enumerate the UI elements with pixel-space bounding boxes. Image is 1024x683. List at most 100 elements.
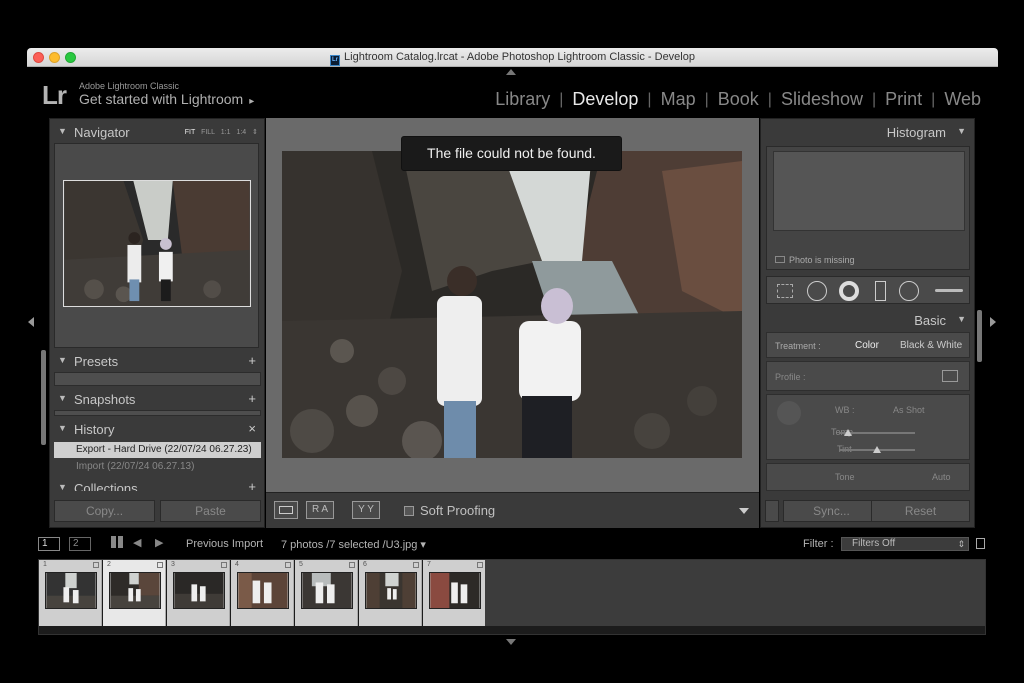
module-print[interactable]: Print xyxy=(876,89,931,110)
basic-header[interactable]: Basic ▼ xyxy=(761,309,974,331)
sync-toggle-icon[interactable] xyxy=(765,500,779,522)
bottom-panel-toggle-icon[interactable] xyxy=(506,639,516,645)
cell-number: 3 xyxy=(171,561,175,568)
collapse-triangle-icon[interactable]: ▼ xyxy=(957,314,966,324)
history-item[interactable]: Export - Hard Drive (22/07/24 06.27.23) xyxy=(54,442,261,458)
grid-view-icon[interactable] xyxy=(111,536,123,548)
wb-section: WB : As Shot Temp Tint xyxy=(766,394,970,460)
wb-eyedropper-icon[interactable] xyxy=(777,401,801,425)
histogram-box[interactable]: Photo is missing xyxy=(766,146,970,270)
collapse-triangle-icon[interactable]: ▼ xyxy=(58,126,67,136)
image-canvas[interactable]: The file could not be found. xyxy=(266,118,759,492)
module-map[interactable]: Map xyxy=(652,89,705,110)
navigator-header[interactable]: ▼ Navigator FIT FILL 1:1 1:4 ⇕ xyxy=(50,121,264,143)
sync-button[interactable]: Sync... xyxy=(783,500,880,522)
cell-badge-icon xyxy=(413,562,419,568)
crop-tool-icon[interactable] xyxy=(777,284,793,298)
snapshots-header[interactable]: ▼ Snapshots + xyxy=(50,388,264,410)
wb-value[interactable]: As Shot xyxy=(893,405,925,415)
film-cell[interactable]: 1 xyxy=(39,560,102,626)
photo-missing-text: Photo is missing xyxy=(775,255,855,265)
histogram-graph xyxy=(773,151,965,231)
presets-list xyxy=(54,372,261,386)
left-panel-scrollbar[interactable] xyxy=(41,350,46,445)
graduated-filter-icon[interactable] xyxy=(875,281,886,301)
reset-button[interactable]: Reset xyxy=(871,500,970,522)
module-library[interactable]: Library xyxy=(486,89,559,110)
add-preset-icon[interactable]: + xyxy=(248,353,256,368)
module-web[interactable]: Web xyxy=(935,89,990,110)
history-item[interactable]: Import (22/07/24 06.27.13) xyxy=(54,459,261,475)
paste-button[interactable]: Paste xyxy=(160,500,261,522)
film-cell[interactable]: 4 xyxy=(231,560,294,626)
module-develop[interactable]: Develop xyxy=(563,89,647,110)
collapse-triangle-icon[interactable]: ▼ xyxy=(58,423,67,433)
treatment-bw[interactable]: Black & White xyxy=(900,340,962,351)
zoom-ratio[interactable]: 1:4 ⇕ xyxy=(236,129,258,136)
adjustment-brush-icon[interactable] xyxy=(935,289,963,292)
collapse-triangle-icon[interactable]: ▼ xyxy=(58,393,67,403)
secondary-window-button[interactable]: 2 xyxy=(69,537,91,551)
photo-missing-icon xyxy=(775,256,785,263)
treatment-color[interactable]: Color xyxy=(855,340,879,351)
zoom-1to1[interactable]: 1:1 xyxy=(221,129,231,136)
copy-button[interactable]: Copy... xyxy=(54,500,155,522)
source-label[interactable]: Previous Import xyxy=(186,538,263,550)
zoom-fill[interactable]: FILL xyxy=(201,129,215,136)
soft-proofing-checkbox[interactable] xyxy=(404,506,414,516)
cell-badge-icon xyxy=(349,562,355,568)
navigator-preview[interactable] xyxy=(54,143,259,348)
history-header[interactable]: ▼ History × xyxy=(50,418,264,440)
module-book[interactable]: Book xyxy=(709,89,768,110)
loupe-view-icon[interactable] xyxy=(274,501,298,519)
film-cell[interactable]: 2 xyxy=(103,560,166,626)
right-panel-scrollbar[interactable] xyxy=(977,310,982,362)
top-panel-toggle-icon[interactable] xyxy=(506,69,516,75)
filter-stepper-icon[interactable]: ⇕ xyxy=(957,538,965,550)
collapse-triangle-icon[interactable]: ▼ xyxy=(58,355,67,365)
main-window-button[interactable]: 1 xyxy=(38,537,60,551)
temp-slider-knob[interactable] xyxy=(844,429,853,436)
presets-header[interactable]: ▼ Presets + xyxy=(50,350,264,372)
film-cell[interactable]: 7 xyxy=(423,560,486,626)
spot-removal-icon[interactable] xyxy=(807,281,827,301)
add-collection-icon[interactable]: + xyxy=(248,483,256,491)
get-started-link[interactable]: Get started with Lightroom ▸ xyxy=(79,91,254,107)
module-slideshow[interactable]: Slideshow xyxy=(772,89,872,110)
collapse-triangle-icon[interactable]: ▼ xyxy=(58,483,67,491)
before-after-lr-button[interactable]: R A xyxy=(306,501,334,519)
collections-title: Collections xyxy=(74,483,138,491)
toolbar-menu-icon[interactable] xyxy=(739,508,749,514)
back-arrow-icon[interactable]: ◀ xyxy=(133,536,141,549)
film-cell[interactable]: 6 xyxy=(359,560,422,626)
zoom-fit[interactable]: FIT xyxy=(185,129,195,136)
presets-title: Presets xyxy=(74,354,119,369)
photo-count-label[interactable]: 7 photos /7 selected /U3.jpg ▾ xyxy=(281,538,426,551)
left-panel-toggle-icon[interactable] xyxy=(28,317,34,327)
add-snapshot-icon[interactable]: + xyxy=(248,391,256,406)
window-title-text: Lightroom Catalog.lrcat - Adobe Photosho… xyxy=(344,51,695,63)
before-after-tb-button[interactable]: Y Y xyxy=(352,501,380,519)
filter-select[interactable]: Filters Off ⇕ xyxy=(841,537,969,551)
forward-arrow-icon[interactable]: ▶ xyxy=(155,536,163,549)
red-eye-icon[interactable] xyxy=(839,281,859,301)
tone-row: Tone Auto xyxy=(766,463,970,491)
right-panel-toggle-icon[interactable] xyxy=(990,317,996,327)
profile-browser-icon[interactable] xyxy=(942,370,958,382)
film-cell[interactable]: 5 xyxy=(295,560,358,626)
cell-number: 7 xyxy=(427,561,431,568)
histogram-title: Histogram xyxy=(886,125,946,140)
right-panel: Histogram ▼ Photo is missing Basic ▼ Tre… xyxy=(760,118,975,528)
film-cell[interactable]: 3 xyxy=(167,560,230,626)
radial-filter-icon[interactable] xyxy=(899,281,919,301)
tint-slider-knob[interactable] xyxy=(873,446,881,453)
clear-history-icon[interactable]: × xyxy=(248,421,256,436)
collections-header[interactable]: ▼ Collections + xyxy=(50,483,264,491)
cell-badge-icon xyxy=(285,562,291,568)
collapse-triangle-icon[interactable]: ▼ xyxy=(957,126,966,136)
filmstrip-lock-icon[interactable] xyxy=(976,538,985,549)
treatment-label: Treatment : xyxy=(775,341,821,351)
histogram-header[interactable]: Histogram ▼ xyxy=(761,121,974,143)
cell-number: 6 xyxy=(363,561,367,568)
tone-auto-button[interactable]: Auto xyxy=(932,472,951,482)
